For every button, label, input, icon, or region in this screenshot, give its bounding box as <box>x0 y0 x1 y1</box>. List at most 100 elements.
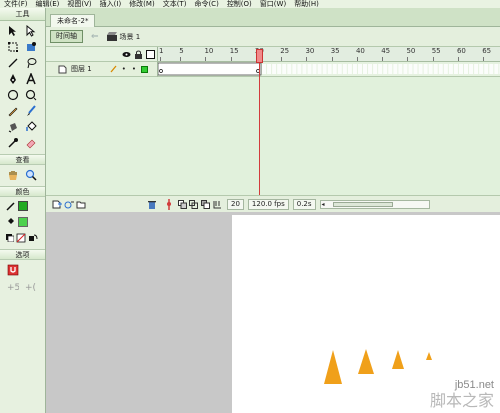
smooth-option-button[interactable]: +5 <box>6 279 20 293</box>
center-frame-icon[interactable] <box>166 198 172 210</box>
playhead-handle[interactable] <box>256 49 263 63</box>
frame-cell[interactable] <box>489 64 494 74</box>
timeline-toggle-button[interactable]: 时间轴 <box>50 30 83 43</box>
frame-cell[interactable] <box>453 64 458 74</box>
black-white-icon[interactable] <box>6 234 14 242</box>
polystar-tool[interactable] <box>24 88 38 102</box>
tree-shape-3[interactable] <box>392 350 404 369</box>
selection-tool[interactable] <box>6 24 20 38</box>
subselection-tool[interactable] <box>24 24 38 38</box>
frame-cell[interactable] <box>393 64 398 74</box>
edit-multiple-frames-icon[interactable] <box>201 199 210 209</box>
frame-cell[interactable] <box>383 64 388 74</box>
menu-modify[interactable]: 修改(M) <box>129 0 155 8</box>
visible-dot[interactable]: • <box>122 65 126 73</box>
frame-cell[interactable] <box>282 64 287 74</box>
lasso-tool[interactable] <box>24 56 38 70</box>
add-layer-icon[interactable] <box>52 200 62 209</box>
onion-outline-icon[interactable] <box>189 199 198 209</box>
scroll-left-arrow[interactable]: ◂ <box>322 201 325 208</box>
elapsed-time-field[interactable]: 0.2s <box>292 198 316 210</box>
stroke-color-swatch[interactable] <box>18 201 28 211</box>
fill-color-swatch[interactable] <box>18 217 28 227</box>
swap-colors-icon[interactable] <box>28 233 38 243</box>
eraser-tool[interactable] <box>24 136 38 150</box>
frame-cell[interactable] <box>388 64 393 74</box>
frame-cell[interactable] <box>464 64 469 74</box>
stage-canvas[interactable]: jb51.net 脚本之家 <box>232 215 500 413</box>
scene-breadcrumb[interactable]: 场景 1 <box>106 32 140 42</box>
menu-file[interactable]: 文件(F) <box>4 0 28 8</box>
pen-tool[interactable] <box>6 72 20 86</box>
back-arrow-icon[interactable]: ⇐ <box>91 32 99 42</box>
outline-icon[interactable] <box>146 50 155 59</box>
frame-cell[interactable] <box>474 64 479 74</box>
frame-cell[interactable] <box>403 64 408 74</box>
frame-ruler[interactable]: 15101520253035404550556065 <box>158 47 500 62</box>
frame-cell[interactable] <box>262 64 267 74</box>
frame-cell[interactable] <box>357 64 362 74</box>
ink-bottle-tool[interactable] <box>6 120 20 134</box>
frame-cell[interactable] <box>418 64 423 74</box>
layer-color-box[interactable] <box>140 65 148 73</box>
straighten-option-button[interactable]: +( <box>24 279 38 293</box>
frame-cell[interactable] <box>297 64 302 74</box>
frame-cell[interactable] <box>292 64 297 74</box>
frame-cell[interactable] <box>484 64 489 74</box>
frame-cell[interactable] <box>347 64 352 74</box>
frame-row[interactable] <box>157 62 500 77</box>
frame-cell[interactable] <box>272 64 277 74</box>
keyframe-span[interactable] <box>157 62 262 76</box>
frame-cell[interactable] <box>469 64 474 74</box>
frame-cell[interactable] <box>267 64 272 74</box>
frame-cell[interactable] <box>352 64 357 74</box>
gradient-transform-tool[interactable] <box>24 40 38 54</box>
frame-cell[interactable] <box>277 64 282 74</box>
frame-cell[interactable] <box>413 64 418 74</box>
current-frame-field[interactable]: 20 <box>227 198 244 210</box>
eyedropper-tool[interactable] <box>6 136 20 150</box>
eye-icon[interactable] <box>122 51 131 58</box>
delete-layer-icon[interactable] <box>148 200 156 209</box>
frame-cell[interactable] <box>479 64 484 74</box>
tree-shape-4[interactable] <box>426 352 432 360</box>
onion-markers-icon[interactable] <box>213 200 222 209</box>
lock-dot[interactable]: • <box>132 65 136 73</box>
menu-control[interactable]: 控制(O) <box>227 0 252 8</box>
frame-cell[interactable] <box>302 64 307 74</box>
frame-cell[interactable] <box>408 64 413 74</box>
pencil-tool[interactable] <box>6 104 20 118</box>
tree-shape-1[interactable] <box>324 350 342 384</box>
frame-cell[interactable] <box>423 64 428 74</box>
no-color-icon[interactable] <box>16 233 26 243</box>
oval-tool[interactable] <box>6 88 20 102</box>
frame-cell[interactable] <box>342 64 347 74</box>
zoom-tool[interactable] <box>24 168 38 182</box>
timeline-horizontal-scrollbar[interactable]: ◂ <box>319 199 430 209</box>
frame-cell[interactable] <box>428 64 433 74</box>
add-guide-icon[interactable] <box>64 200 74 209</box>
frame-cell[interactable] <box>373 64 378 74</box>
menu-window[interactable]: 窗口(W) <box>260 0 286 8</box>
frame-cell[interactable] <box>378 64 383 74</box>
brush-tool[interactable] <box>24 104 38 118</box>
frame-cell[interactable] <box>337 64 342 74</box>
scroll-thumb[interactable] <box>332 201 393 207</box>
tree-shape-2[interactable] <box>358 349 374 374</box>
menu-text[interactable]: 文本(T) <box>163 0 187 8</box>
onion-skin-icon[interactable] <box>178 199 187 209</box>
frame-cell[interactable] <box>287 64 292 74</box>
frame-cell[interactable] <box>363 64 368 74</box>
frame-cell[interactable] <box>307 64 312 74</box>
menu-help[interactable]: 帮助(H) <box>294 0 319 8</box>
menu-insert[interactable]: 插入(I) <box>100 0 122 8</box>
add-folder-icon[interactable] <box>76 200 86 209</box>
frame-cell[interactable] <box>398 64 403 74</box>
frame-cell[interactable] <box>443 64 448 74</box>
frame-cell[interactable] <box>332 64 337 74</box>
snap-to-objects-button[interactable] <box>6 263 20 277</box>
frame-cell[interactable] <box>368 64 373 74</box>
line-tool[interactable] <box>6 56 20 70</box>
menu-view[interactable]: 视图(V) <box>67 0 91 8</box>
menu-commands[interactable]: 命令(C) <box>194 0 218 8</box>
